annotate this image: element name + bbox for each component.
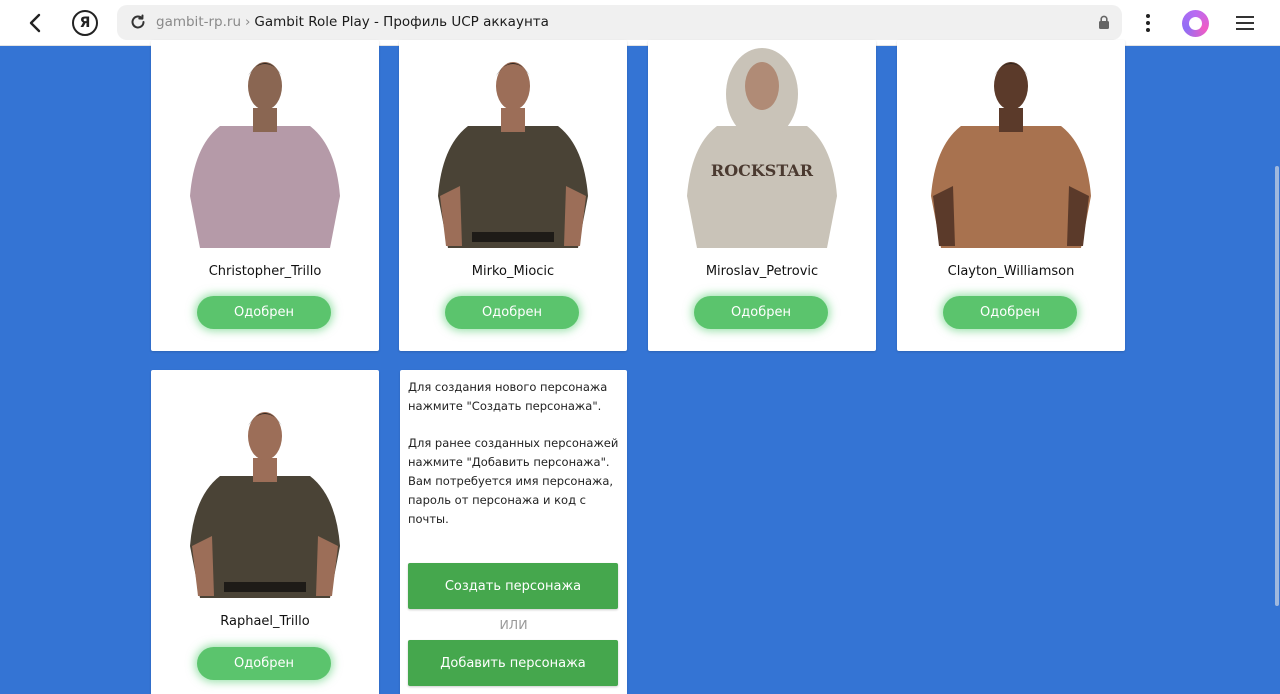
chevron-left-icon [29, 13, 41, 33]
yandex-home-button[interactable]: Я [70, 8, 100, 38]
create-character-button[interactable]: Создать персонажа [408, 563, 618, 609]
url-text: gambit-rp.ru › Gambit Role Play - Профиль … [156, 14, 549, 30]
url-domain: gambit-rp.ru [156, 14, 241, 30]
vertical-dots-icon [1146, 14, 1150, 32]
character-avatar-image [190, 62, 340, 248]
or-separator: ИЛИ [499, 617, 528, 632]
character-name: Raphael_Trillo [220, 614, 310, 629]
character-card: Raphael_Trillo Одобрен [151, 370, 379, 694]
character-card: Mirko_Miocic Одобрен [399, 40, 627, 351]
shirt-print-text: ROCKSTAR [711, 161, 814, 180]
scrollbar-thumb[interactable] [1275, 166, 1279, 606]
reload-icon[interactable] [129, 13, 147, 31]
alice-icon [1181, 9, 1209, 37]
alice-assistant-button[interactable] [1180, 8, 1210, 38]
character-card: Christopher_Trillo Одобрен [151, 40, 379, 351]
status-approved-button[interactable]: Одобрен [445, 296, 579, 329]
back-button[interactable] [20, 8, 50, 38]
info-paragraph-add: Для ранее созданных персонажей нажмите "… [408, 436, 619, 526]
character-name: Christopher_Trillo [208, 264, 322, 279]
status-approved-button[interactable]: Одобрен [197, 296, 331, 329]
address-bar[interactable]: gambit-rp.ru › Gambit Role Play - Профиль … [117, 5, 1122, 40]
character-info-card: Для создания нового персонажа нажмите "С… [400, 370, 627, 694]
character-card: ROCKSTAR Miroslav_Petrovic Одобрен [648, 40, 876, 351]
character-name: Clayton_Williamson [947, 264, 1075, 279]
info-text: Для создания нового персонажа нажмите "С… [408, 378, 620, 529]
info-paragraph-create: Для создания нового персонажа нажмите "С… [408, 380, 608, 413]
lock-icon[interactable] [1098, 15, 1110, 29]
hamburger-icon [1236, 16, 1254, 30]
character-name: Miroslav_Petrovic [705, 264, 819, 279]
more-menu-button[interactable] [1133, 8, 1163, 38]
url-page-title: Gambit Role Play - Профиль UCP аккаунта [254, 14, 549, 30]
url-separator: › [245, 14, 251, 30]
character-avatar-image [931, 62, 1091, 248]
status-approved-button[interactable]: Одобрен [197, 647, 331, 680]
character-card: Clayton_Williamson Одобрен [897, 40, 1125, 351]
character-name: Mirko_Miocic [471, 264, 555, 279]
hamburger-menu-button[interactable] [1230, 8, 1260, 38]
status-approved-button[interactable]: Одобрен [694, 296, 828, 329]
add-character-button[interactable]: Добавить персонажа [408, 640, 618, 686]
character-avatar-image: ROCKSTAR [687, 48, 837, 248]
status-approved-button[interactable]: Одобрен [943, 296, 1077, 329]
character-avatar-image [190, 412, 340, 598]
yandex-logo-icon: Я [72, 10, 98, 36]
character-avatar-image [438, 62, 588, 248]
page-scrollbar[interactable] [1274, 46, 1280, 694]
